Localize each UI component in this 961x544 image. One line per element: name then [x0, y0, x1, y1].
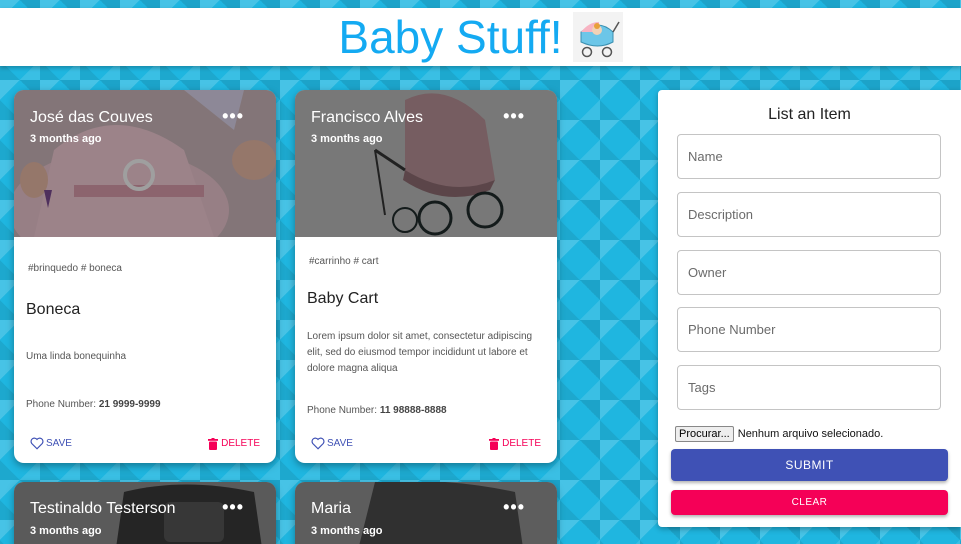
file-upload: Procurar... Nenhum arquivo selecionado. — [675, 426, 883, 442]
more-options-icon[interactable]: ••• — [222, 106, 244, 127]
heart-icon — [311, 437, 325, 450]
item-image: José das Couves 3 months ago ••• — [14, 90, 276, 237]
card-owner: Maria — [311, 500, 352, 517]
save-label: SAVE — [46, 438, 72, 449]
delete-label: DELETE — [502, 438, 541, 449]
more-options-icon[interactable]: ••• — [503, 497, 525, 518]
save-label: SAVE — [327, 438, 353, 449]
browse-file-button[interactable]: Procurar... — [675, 426, 734, 442]
trash-icon — [208, 437, 219, 450]
heart-icon — [30, 437, 44, 450]
clear-button[interactable]: CLEAR — [671, 490, 948, 515]
delete-button[interactable]: DELETE — [208, 437, 260, 450]
card-item-name: Boneca — [26, 301, 81, 318]
card-phone: Phone Number: 21 9999-9999 — [26, 399, 161, 410]
card-date: 3 months ago — [30, 133, 102, 145]
item-image: Francisco Alves 3 months ago ••• — [295, 90, 557, 237]
delete-label: DELETE — [221, 438, 260, 449]
phone-number: 21 9999-9999 — [98, 399, 161, 410]
phone-number-field[interactable] — [677, 307, 941, 352]
form-title: List an Item — [768, 106, 851, 123]
card-description: Lorem ipsum dolor sit amet, consectetur … — [307, 331, 533, 374]
card-date: 3 months ago — [311, 525, 383, 537]
phone-label: Phone Number: — [26, 399, 97, 410]
item-card: Testinaldo Testerson 3 months ago ••• — [14, 482, 276, 544]
more-options-icon[interactable]: ••• — [222, 497, 244, 518]
card-owner: Testinaldo Testerson — [30, 500, 176, 517]
card-tags: #brinquedo # boneca — [28, 263, 122, 274]
name-field[interactable] — [677, 134, 941, 179]
item-card: Francisco Alves 3 months ago ••• #carrin… — [295, 90, 557, 463]
card-date: 3 months ago — [311, 133, 383, 145]
item-card: Maria 3 months ago ••• — [295, 482, 557, 544]
card-description: Uma linda bonequinha — [26, 351, 127, 362]
card-phone: Phone Number: 11 98888-8888 — [307, 405, 447, 416]
stroller-icon — [572, 12, 623, 62]
submit-button[interactable]: SUBMIT — [671, 449, 948, 481]
delete-button[interactable]: DELETE — [489, 437, 541, 450]
phone-label: Phone Number: — [307, 405, 378, 416]
trash-icon — [489, 437, 500, 450]
card-item-name: Baby Cart — [307, 290, 379, 307]
tags-field[interactable] — [677, 365, 941, 410]
file-status: Nenhum arquivo selecionado. — [737, 428, 884, 440]
app-header: Baby Stuff! — [0, 8, 961, 66]
save-button[interactable]: SAVE — [30, 437, 72, 450]
item-image: Maria 3 months ago ••• — [295, 482, 557, 544]
item-image: Testinaldo Testerson 3 months ago ••• — [14, 482, 276, 544]
phone-number: 11 98888-8888 — [379, 405, 447, 416]
save-button[interactable]: SAVE — [311, 437, 353, 450]
card-owner: Francisco Alves — [311, 109, 424, 126]
more-options-icon[interactable]: ••• — [503, 106, 525, 127]
list-item-form: List an Item Procurar... Nenhum arquivo … — [658, 90, 961, 527]
card-tags: #carrinho # cart — [309, 256, 379, 267]
card-date: 3 months ago — [30, 525, 102, 537]
item-card: José das Couves 3 months ago ••• #brinqu… — [14, 90, 276, 463]
description-field[interactable] — [677, 192, 941, 237]
owner-field[interactable] — [677, 250, 941, 295]
card-owner: José das Couves — [30, 109, 153, 126]
app-title: Baby Stuff! — [338, 11, 563, 63]
